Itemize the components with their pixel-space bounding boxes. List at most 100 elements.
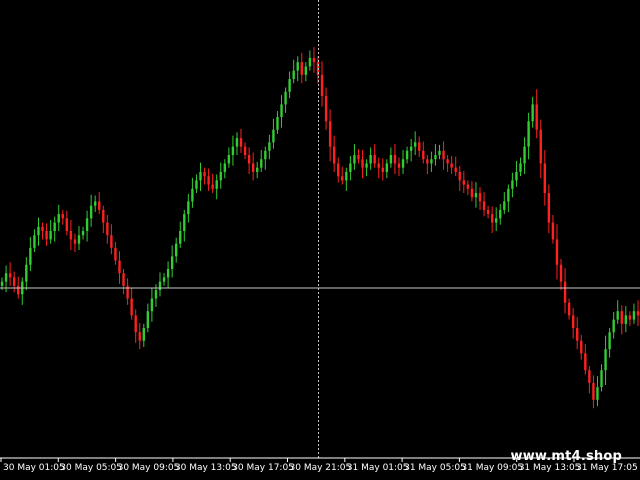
candle-bull xyxy=(519,163,522,172)
candle-bear xyxy=(454,167,457,172)
candle-bull xyxy=(150,298,154,312)
candle-bull xyxy=(438,150,441,156)
time-tick-label: 31 May 05:05 xyxy=(404,463,466,473)
candle-bear xyxy=(130,298,133,316)
candle-bear xyxy=(462,180,465,185)
candle-bull xyxy=(25,264,28,282)
time-tick-label: 30 May 01:05 xyxy=(3,463,65,473)
candle-bear xyxy=(300,62,303,75)
candle-bear xyxy=(65,218,69,231)
candle-bull xyxy=(199,171,202,181)
candle-bull xyxy=(223,163,227,172)
candle-bear xyxy=(106,222,109,236)
candle-bear xyxy=(377,163,380,168)
candle-bear xyxy=(628,315,632,320)
candle-bear xyxy=(320,74,324,96)
candle-bear xyxy=(458,171,461,181)
time-tick-label: 31 May 13:05 xyxy=(519,463,581,473)
candle-bear xyxy=(567,302,571,316)
watermark-text: www.mt4.shop xyxy=(510,449,622,464)
candle-bull xyxy=(413,142,417,147)
candle-bull xyxy=(401,159,405,168)
candle-bull xyxy=(53,222,56,231)
candle-bull xyxy=(608,332,611,350)
time-tick-label: 30 May 13:05 xyxy=(175,463,237,473)
candle-bull xyxy=(256,167,259,172)
chart-window[interactable]: 30 May 01:05 30 May 05:05 30 May 09:05 30 M… xyxy=(0,0,640,480)
candle-bear xyxy=(571,315,575,329)
candle-bull xyxy=(507,188,510,202)
candle-bear xyxy=(576,328,579,341)
candle-bear xyxy=(373,155,376,164)
candle-bull xyxy=(4,273,8,282)
candle-bear xyxy=(110,235,113,248)
candle-bull xyxy=(195,180,198,189)
candle-bear xyxy=(478,193,482,202)
candle-bear xyxy=(450,163,453,168)
candle-bull xyxy=(365,163,368,168)
time-tick-label: 30 May 05:05 xyxy=(60,463,122,473)
candle-bull xyxy=(612,319,615,333)
candle-bear xyxy=(114,247,117,261)
candle-bull xyxy=(231,146,235,156)
candle-bull xyxy=(166,268,170,278)
candle-bear xyxy=(551,222,555,240)
candle-bull xyxy=(523,146,526,164)
candle-bull xyxy=(81,231,85,236)
candle-bull xyxy=(235,138,239,147)
candle-bear xyxy=(98,201,101,210)
candle-bear xyxy=(446,159,449,164)
candle-bull xyxy=(288,79,291,92)
candle-bull xyxy=(187,201,190,215)
candle-bull xyxy=(616,311,619,320)
candle-bear xyxy=(482,201,486,210)
candle-bull xyxy=(604,349,607,371)
candle-bear xyxy=(341,176,344,181)
price-chart[interactable]: 30 May 01:0530 May 05:0530 May 09:0530 M… xyxy=(0,0,640,480)
candle-bear xyxy=(12,277,16,286)
candle-bear xyxy=(211,184,214,189)
candle-bear xyxy=(332,146,336,164)
candle-bull xyxy=(385,163,389,172)
candle-bear xyxy=(442,150,445,160)
candle-bull xyxy=(93,201,97,206)
candle-bull xyxy=(515,171,518,181)
candle-bull xyxy=(142,328,145,341)
candle-bull xyxy=(175,243,178,257)
candle-bear xyxy=(397,163,401,168)
candle-bull xyxy=(405,150,409,160)
candle-bull xyxy=(170,256,174,269)
candle-bear xyxy=(17,285,20,295)
candle-bull xyxy=(389,155,393,164)
candle-bear xyxy=(466,184,470,189)
candle-bull xyxy=(158,281,162,291)
candle-bull xyxy=(409,146,413,151)
candle-bull xyxy=(430,159,433,164)
candle-bull xyxy=(57,214,60,223)
candle-bear xyxy=(636,311,640,316)
candle-bull xyxy=(29,247,32,265)
candle-bear xyxy=(8,273,12,278)
candle-bull xyxy=(154,290,158,299)
candle-bear xyxy=(73,239,77,244)
candle-bull xyxy=(227,155,231,164)
candle-bear xyxy=(357,155,360,160)
candle-bull xyxy=(49,231,52,240)
candle-bull xyxy=(37,226,40,236)
candle-bull xyxy=(495,218,498,223)
candle-bull xyxy=(272,129,275,143)
candle-bear xyxy=(535,104,538,130)
candle-bear xyxy=(588,370,591,383)
candle-bear xyxy=(203,171,206,177)
candle-bear xyxy=(324,95,328,122)
time-tick-label: 31 May 09:05 xyxy=(461,463,523,473)
candle-bull xyxy=(353,155,356,164)
candle-bear xyxy=(539,129,542,164)
candle-bull xyxy=(345,171,348,181)
candle-bear xyxy=(418,142,421,151)
candle-bull xyxy=(284,91,287,105)
candle-bull xyxy=(260,159,263,168)
candle-bull xyxy=(146,311,150,329)
candle-bull xyxy=(503,201,506,210)
candle-bull xyxy=(292,70,295,80)
